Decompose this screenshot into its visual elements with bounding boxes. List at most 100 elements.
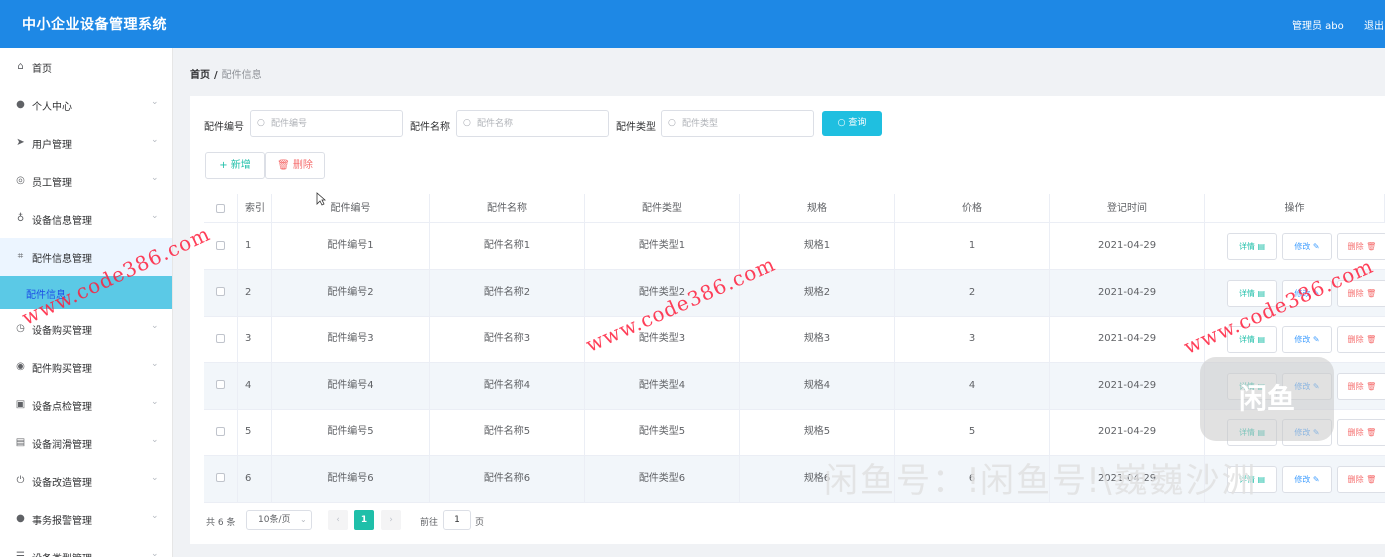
search-name-field[interactable]: ○	[456, 110, 609, 137]
compass-icon: ◎	[16, 175, 25, 186]
search-type-input[interactable]	[682, 115, 807, 132]
sidebar-item[interactable]: ◎ 员工管理 ⌄	[0, 162, 172, 200]
total-count: 共 6 条	[206, 518, 236, 528]
search-code-label: 配件编号	[204, 122, 244, 133]
user-icon: ●	[16, 513, 25, 524]
prev-page-button[interactable]: ‹	[328, 510, 348, 530]
logout-button[interactable]: 退出	[1364, 17, 1384, 32]
search-type-field[interactable]: ○	[661, 110, 814, 137]
sidebar-item-label: 设备点检管理	[32, 402, 92, 413]
sidebar-item-label: 设备类型管理	[32, 550, 92, 557]
search-code-input[interactable]	[271, 115, 396, 132]
sidebar-item-label: 设备润滑管理	[32, 440, 92, 451]
edit-button[interactable]: 修改 ✎	[1282, 233, 1332, 260]
row-checkbox[interactable]	[216, 473, 225, 482]
cell-type: 配件类型4	[585, 362, 740, 409]
edit-button[interactable]: 修改 ✎	[1282, 326, 1332, 353]
edit-button[interactable]: 修改 ✎	[1282, 465, 1332, 493]
row-checkbox[interactable]	[216, 380, 225, 389]
sidebar-item[interactable]: ➤ 用户管理 ⌄	[0, 124, 172, 162]
cell-name: 配件名称5	[430, 409, 585, 455]
breadcrumb: 首页 / 配件信息	[190, 66, 262, 81]
row-delete-button[interactable]: 删除 🗑	[1337, 372, 1385, 400]
cell-index: 1	[238, 223, 272, 269]
row-checkbox[interactable]	[216, 426, 225, 436]
add-button[interactable]: + 新增	[205, 152, 265, 179]
search-code-field[interactable]: ○	[250, 110, 403, 137]
sidebar-item[interactable]: ◷ 设备购买管理 ⌄	[0, 310, 172, 348]
detail-button[interactable]: 详情 ▤	[1227, 419, 1277, 446]
cell-code: 配件编号5	[272, 409, 430, 455]
detail-button[interactable]: 详情 ▤	[1227, 465, 1277, 493]
table-row: 5 配件编号5 配件名称5 配件类型5 规格5 5 2021-04-29 详情 ▤ 修改 ✎ 删除…	[204, 409, 1385, 456]
pin-icon: ♁	[16, 213, 25, 224]
chevron-icon: ⌄	[151, 511, 159, 521]
row-delete-button[interactable]: 删除 🗑	[1337, 233, 1385, 260]
search-type-label: 配件类型	[616, 122, 656, 133]
column-header: 索引	[238, 194, 272, 222]
column-header: 配件类型	[585, 194, 740, 222]
sidebar-item[interactable]: ◉ 配件购买管理 ⌄	[0, 348, 172, 386]
sidebar-item[interactable]: ● 个人中心 ⌄	[0, 86, 172, 124]
next-page-button[interactable]: ›	[381, 510, 401, 530]
detail-button[interactable]: 详情 ▤	[1227, 372, 1277, 400]
sidebar-subitem-parts-info[interactable]: 配件信息	[0, 276, 172, 309]
main-card: 配件编号 ○ 配件名称 ○ 配件类型 ○ ○ 查询 + 新增 🗑 删除 索引配件…	[190, 96, 1385, 544]
cell-actions: 详情 ▤ 修改 ✎ 删除 🗑	[1205, 270, 1385, 316]
current-page-button[interactable]: 1	[354, 510, 374, 530]
top-bar: 中小企业设备管理系统 管理员 abo 退出	[0, 0, 1385, 48]
cell-type: 配件类型5	[585, 409, 740, 455]
chevron-icon: ⌃	[151, 249, 159, 259]
row-delete-button[interactable]: 删除 🗑	[1337, 326, 1385, 353]
sidebar-item-label: 配件购买管理	[32, 364, 92, 375]
edit-button[interactable]: 修改 ✎	[1282, 372, 1332, 400]
cell-type: 配件类型6	[585, 455, 740, 502]
goto-page-input[interactable]: 1	[443, 510, 471, 530]
edit-button[interactable]: 修改 ✎	[1282, 279, 1332, 307]
row-checkbox[interactable]	[216, 287, 225, 296]
row-checkbox[interactable]	[216, 333, 225, 343]
target-icon: ◉	[16, 361, 25, 372]
cell-price: 1	[895, 223, 1050, 269]
sidebar-item[interactable]: ▣ 设备点检管理 ⌄	[0, 386, 172, 424]
select-all-checkbox[interactable]	[216, 203, 225, 213]
cell-actions: 详情 ▤ 修改 ✎ 删除 🗑	[1205, 223, 1385, 269]
detail-button[interactable]: 详情 ▤	[1227, 233, 1277, 260]
cell-name: 配件名称1	[430, 223, 585, 269]
sidebar-item-label: 个人中心	[32, 102, 72, 113]
cell-date: 2021-04-29	[1050, 455, 1205, 502]
sidebar-item[interactable]: ☰ 设备类型管理 ⌄	[0, 538, 172, 557]
column-header: 配件名称	[430, 194, 585, 222]
query-button[interactable]: ○ 查询	[822, 111, 882, 136]
sidebar-item[interactable]: ⏻ 设备改造管理 ⌄	[0, 462, 172, 500]
sidebar-item[interactable]: ♁ 设备信息管理 ⌄	[0, 200, 172, 238]
sidebar-item[interactable]: ▤ 设备润滑管理 ⌄	[0, 424, 172, 462]
search-name-input[interactable]	[477, 115, 602, 132]
cell-name: 配件名称2	[430, 269, 585, 316]
detail-button[interactable]: 详情 ▤	[1227, 279, 1277, 307]
delete-button[interactable]: 🗑 删除	[265, 152, 325, 179]
clipboard-icon: ▣	[15, 399, 26, 410]
breadcrumb-home[interactable]: 首页	[190, 70, 210, 81]
sidebar-item[interactable]: ● 事务报警管理 ⌄	[0, 500, 172, 538]
row-delete-button[interactable]: 删除 🗑	[1337, 419, 1385, 446]
chevron-icon: ⌄	[151, 135, 159, 145]
cell-spec: 规格3	[740, 316, 895, 362]
home-icon: ⌂	[17, 61, 24, 72]
page-size-select[interactable]: 10条/页 ⌄	[246, 510, 312, 530]
breadcrumb-current: 配件信息	[221, 70, 262, 81]
sidebar-item[interactable]: ⌗ 配件信息管理 ⌃	[0, 238, 172, 276]
cell-date: 2021-04-29	[1050, 223, 1205, 269]
page-size-value: 10条/页	[258, 515, 291, 525]
row-checkbox[interactable]	[216, 240, 225, 250]
sidebar-item-label: 事务报警管理	[32, 516, 92, 527]
edit-button[interactable]: 修改 ✎	[1282, 419, 1332, 446]
sidebar-item[interactable]: ⌂ 首页	[0, 48, 172, 86]
row-delete-button[interactable]: 删除 🗑	[1337, 465, 1385, 493]
cell-type: 配件类型3	[585, 316, 740, 362]
row-checkbox-cell	[204, 409, 238, 455]
row-checkbox-cell	[204, 269, 238, 316]
detail-button[interactable]: 详情 ▤	[1227, 326, 1277, 353]
cell-date: 2021-04-29	[1050, 316, 1205, 362]
row-delete-button[interactable]: 删除 🗑	[1337, 279, 1385, 307]
